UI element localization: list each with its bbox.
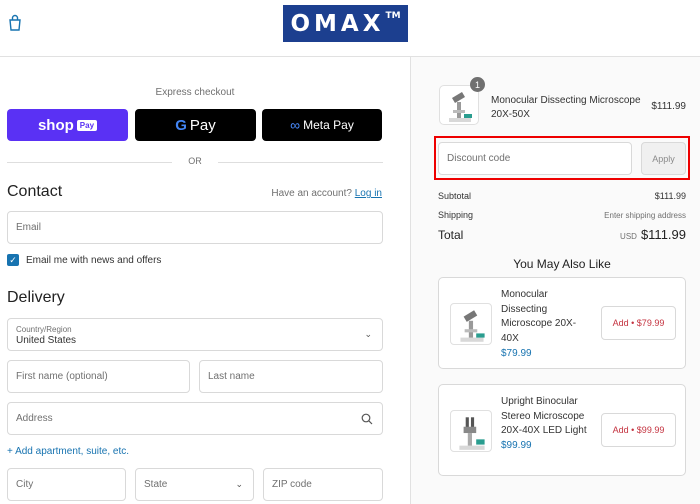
state-placeholder: State [144,479,168,490]
country-value: United States [16,335,77,346]
recommendation-card: Upright Binocular Stereo Microscope 20X-… [438,384,686,476]
recommendation-price: $99.99 [501,440,532,451]
total-amount: USD $111.99 [620,227,686,242]
account-prompt: Have an account? Log in [271,188,382,199]
zip-placeholder: ZIP code [272,479,312,490]
stereo-microscope-icon [459,417,485,450]
shop-pay-wordmark: shop [37,116,74,134]
logo-text: OMAX [290,10,385,37]
header: OMAX TM [0,0,700,57]
recommendation-name: Monocular Dissecting Microscope 20X-40X [501,289,577,344]
google-pay-label: Pay [189,116,216,134]
address-placeholder: Address [16,413,53,424]
or-text: OR [188,156,202,166]
shop-pay-badge: Pay [76,119,98,131]
newsletter-option[interactable]: ✓ Email me with news and offers [7,254,161,266]
quantity-badge: 1 [470,77,485,92]
total-value: $111.99 [640,227,686,242]
microscope-icon [449,92,472,122]
zip-field[interactable]: ZIP code [263,468,383,501]
cart-item-name: Monocular Dissecting Microscope 20X-50X [491,95,641,120]
login-link[interactable]: Log in [355,188,382,199]
add-recommendation-button[interactable]: Add • $79.99 [601,306,676,340]
google-g-icon: G [175,116,187,134]
contact-heading: Contact [7,183,63,200]
last-name-placeholder: Last name [208,371,255,382]
first-name-field[interactable]: First name (optional) [7,360,190,393]
shop-pay-button[interactable]: shop Pay [7,109,128,141]
microscope-icon [460,310,485,342]
recommendation-thumbnail [450,303,492,345]
chevron-down-icon: ⌄ [364,329,372,339]
total-label: Total [438,228,464,242]
brand-logo[interactable]: OMAX TM [283,5,408,42]
last-name-field[interactable]: Last name [199,360,383,393]
have-account-text: Have an account? [271,188,352,199]
newsletter-checkbox[interactable]: ✓ [7,254,19,266]
email-placeholder: Email [16,222,42,233]
shopping-bag-icon[interactable] [8,14,22,32]
city-field[interactable]: City [7,468,126,501]
delivery-heading: Delivery [7,289,65,306]
shipping-value: Enter shipping address [604,211,686,220]
recommendation-name: Upright Binocular Stereo Microscope 20X-… [501,396,587,436]
express-checkout-title: Express checkout [155,87,235,98]
add-apartment-link[interactable]: + Add apartment, suite, etc. [7,446,129,457]
recommendation-price: $79.99 [501,348,532,359]
state-select[interactable]: State ⌄ [135,468,254,501]
newsletter-label: Email me with news and offers [26,254,162,266]
search-icon[interactable] [361,413,373,425]
meta-pay-label: Meta Pay [303,118,354,132]
recommendations-heading: You May Also Like [513,257,611,271]
first-name-placeholder: First name (optional) [16,371,108,382]
city-placeholder: City [16,479,34,490]
meta-pay-button[interactable]: ∞ Meta Pay [262,109,382,141]
subtotal-label: Subtotal [438,191,472,201]
subtotal-value: $111.99 [654,191,686,201]
discount-code-field[interactable]: Discount code [438,142,632,175]
address-field[interactable]: Address [7,402,383,435]
meta-logo-icon: ∞ [290,117,301,133]
or-divider: OR [7,156,383,168]
country-select[interactable]: Country/Region United States ⌄ [7,318,383,351]
chevron-down-icon: ⌄ [235,479,243,489]
recommendation-thumbnail [450,410,492,452]
email-field[interactable]: Email [7,211,383,244]
cart-item-price: $111.99 [651,101,686,112]
shipping-label: Shipping [438,210,474,220]
country-label: Country/Region [16,325,72,334]
add-recommendation-button[interactable]: Add • $99.99 [601,413,676,447]
checkout-form: Express checkout shop Pay G Pay ∞ Meta P… [0,57,410,504]
recommendation-card: Monocular Dissecting Microscope 20X-40X … [438,277,686,369]
discount-placeholder: Discount code [447,153,511,164]
trademark-mark: TM [385,11,401,21]
google-pay-button[interactable]: G Pay [135,109,256,141]
apply-button[interactable]: Apply [641,142,686,175]
total-currency: USD [620,232,637,241]
